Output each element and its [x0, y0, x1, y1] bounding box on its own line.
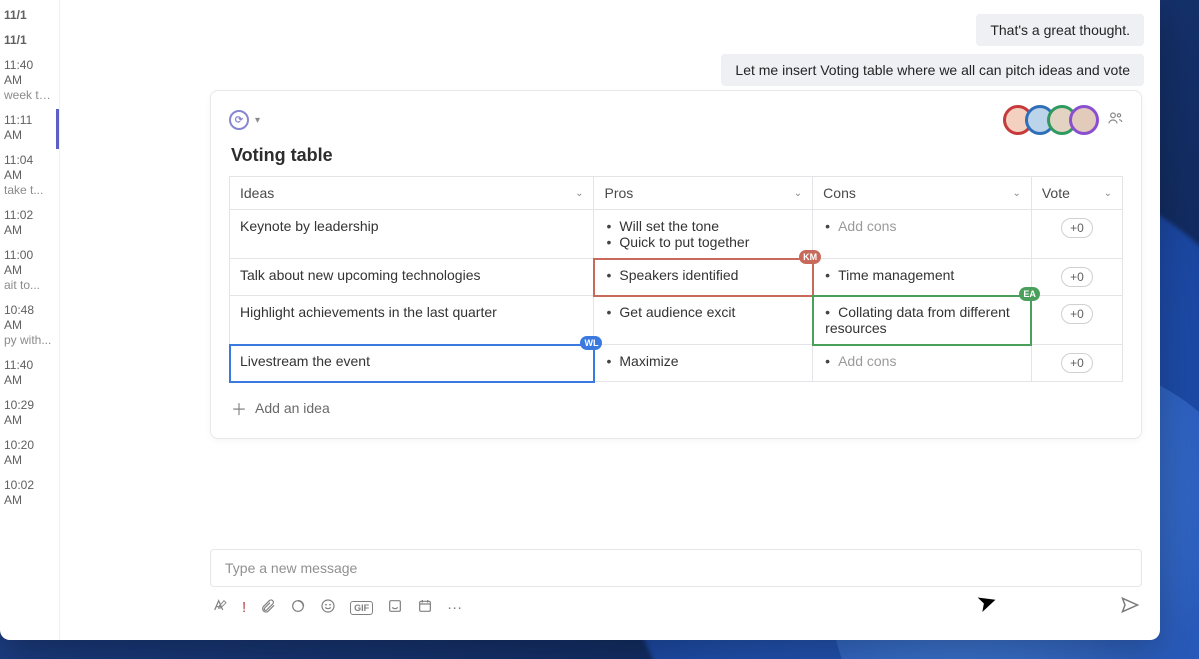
loop-insert-icon[interactable] [290, 598, 306, 618]
send-button[interactable] [1120, 595, 1140, 620]
loop-component-card: ⟳ ▾ Voting table [210, 90, 1142, 439]
idea-cell[interactable]: Highlight achievements in the last quart… [230, 296, 594, 345]
presence-tag: WL [580, 336, 602, 350]
idea-cell[interactable]: Keynote by leadership [230, 210, 594, 259]
vote-cell[interactable]: +0 [1031, 345, 1122, 382]
pros-cell[interactable]: Will set the toneQuick to put together [594, 210, 813, 259]
chevron-down-icon: ⌄ [794, 188, 802, 199]
chat-list-item[interactable]: 11:02 AM [0, 204, 59, 244]
plus-icon: ＋ [231, 396, 247, 420]
pros-cell[interactable]: Speakers identifiedKM [594, 259, 813, 296]
col-header-ideas[interactable]: Ideas⌄ [230, 177, 594, 210]
col-header-pros[interactable]: Pros⌄ [594, 177, 813, 210]
add-idea-button[interactable]: ＋ Add an idea [229, 390, 1123, 426]
chat-list-sidebar: 11/111/111:40 AMweek to...11:11 AM11:04 … [0, 0, 60, 640]
chat-list-item[interactable]: 11/1 [0, 4, 59, 29]
priority-icon[interactable]: ! [242, 599, 246, 616]
idea-cell[interactable]: Talk about new upcoming technologies [230, 259, 594, 296]
chat-list-item[interactable]: 11/1 [0, 29, 59, 54]
chat-list-item[interactable]: 11:40 AM [0, 354, 59, 394]
vote-cell[interactable]: +0 [1031, 210, 1122, 259]
table-row: Highlight achievements in the last quart… [230, 296, 1123, 345]
cons-cell[interactable]: Time management [813, 259, 1032, 296]
presence-tag: EA [1019, 287, 1040, 301]
pros-cell[interactable]: Maximize [594, 345, 813, 382]
add-people-icon[interactable] [1107, 110, 1123, 131]
presence-facepile[interactable] [1011, 105, 1123, 135]
chat-list-item[interactable]: 11:11 AM [0, 109, 59, 149]
chat-list-item[interactable]: 11:04 AMtake t... [0, 149, 59, 204]
avatar [1069, 105, 1099, 135]
chat-list-item[interactable]: 11:00 AMait to... [0, 244, 59, 299]
col-header-cons[interactable]: Cons⌄ [813, 177, 1032, 210]
vote-pill[interactable]: +0 [1061, 267, 1093, 287]
table-row: Livestream the eventWLMaximizeAdd cons +0 [230, 345, 1123, 382]
idea-cell[interactable]: Livestream the eventWL [230, 345, 594, 382]
loop-component-menu[interactable]: ⟳ ▾ [229, 110, 260, 130]
presence-tag: KM [799, 250, 821, 264]
loop-icon: ⟳ [229, 110, 249, 130]
add-idea-label: Add an idea [255, 400, 330, 416]
chat-list-item[interactable]: 10:02 AM [0, 474, 59, 514]
message-input[interactable]: Type a new message [210, 549, 1142, 587]
pros-cell[interactable]: Get audience excit [594, 296, 813, 345]
cons-cell[interactable]: Collating data from different resourcesE… [813, 296, 1032, 345]
chevron-down-icon: ⌄ [1012, 188, 1020, 199]
format-icon[interactable] [212, 598, 228, 618]
chat-list-item[interactable]: 10:20 AM [0, 434, 59, 474]
chevron-down-icon: ▾ [255, 115, 260, 126]
chat-list-item[interactable]: 11:40 AMweek to... [0, 54, 59, 109]
chat-main: That's a great thought. Let me insert Vo… [60, 0, 1160, 640]
vote-cell[interactable]: +0 [1031, 259, 1122, 296]
table-row: Talk about new upcoming technologiesSpea… [230, 259, 1123, 296]
attach-icon[interactable] [260, 598, 276, 618]
vote-pill[interactable]: +0 [1061, 304, 1093, 324]
compose-area: Type a new message ! GIF ··· [210, 549, 1142, 620]
schedule-icon[interactable] [417, 598, 433, 618]
table-row: Keynote by leadershipWill set the toneQu… [230, 210, 1123, 259]
outgoing-message[interactable]: Let me insert Voting table where we all … [721, 54, 1144, 86]
vote-cell[interactable]: +0 [1031, 296, 1122, 345]
compose-toolbar: ! GIF ··· [210, 587, 1142, 620]
chevron-down-icon: ⌄ [1104, 188, 1112, 199]
chat-list-item[interactable]: 10:29 AM [0, 394, 59, 434]
teams-window: 11/111/111:40 AMweek to...11:11 AM11:04 … [0, 0, 1160, 640]
outgoing-message[interactable]: That's a great thought. [976, 14, 1144, 46]
chat-list-item[interactable]: 10:48 AMpy with... [0, 299, 59, 354]
col-header-vote[interactable]: Vote⌄ [1031, 177, 1122, 210]
voting-table: Ideas⌄ Pros⌄ Cons⌄ Vote⌄ Keynote by lead… [229, 176, 1123, 382]
cons-cell[interactable]: Add cons [813, 210, 1032, 259]
loop-title[interactable]: Voting table [231, 145, 1123, 166]
vote-pill[interactable]: +0 [1061, 218, 1093, 238]
cons-cell[interactable]: Add cons [813, 345, 1032, 382]
more-icon[interactable]: ··· [447, 599, 462, 616]
vote-pill[interactable]: +0 [1061, 353, 1093, 373]
emoji-icon[interactable] [320, 598, 336, 618]
message-list: That's a great thought. Let me insert Vo… [210, 0, 1160, 541]
gif-icon[interactable]: GIF [350, 601, 373, 615]
chevron-down-icon: ⌄ [575, 188, 583, 199]
sticker-icon[interactable] [387, 598, 403, 618]
